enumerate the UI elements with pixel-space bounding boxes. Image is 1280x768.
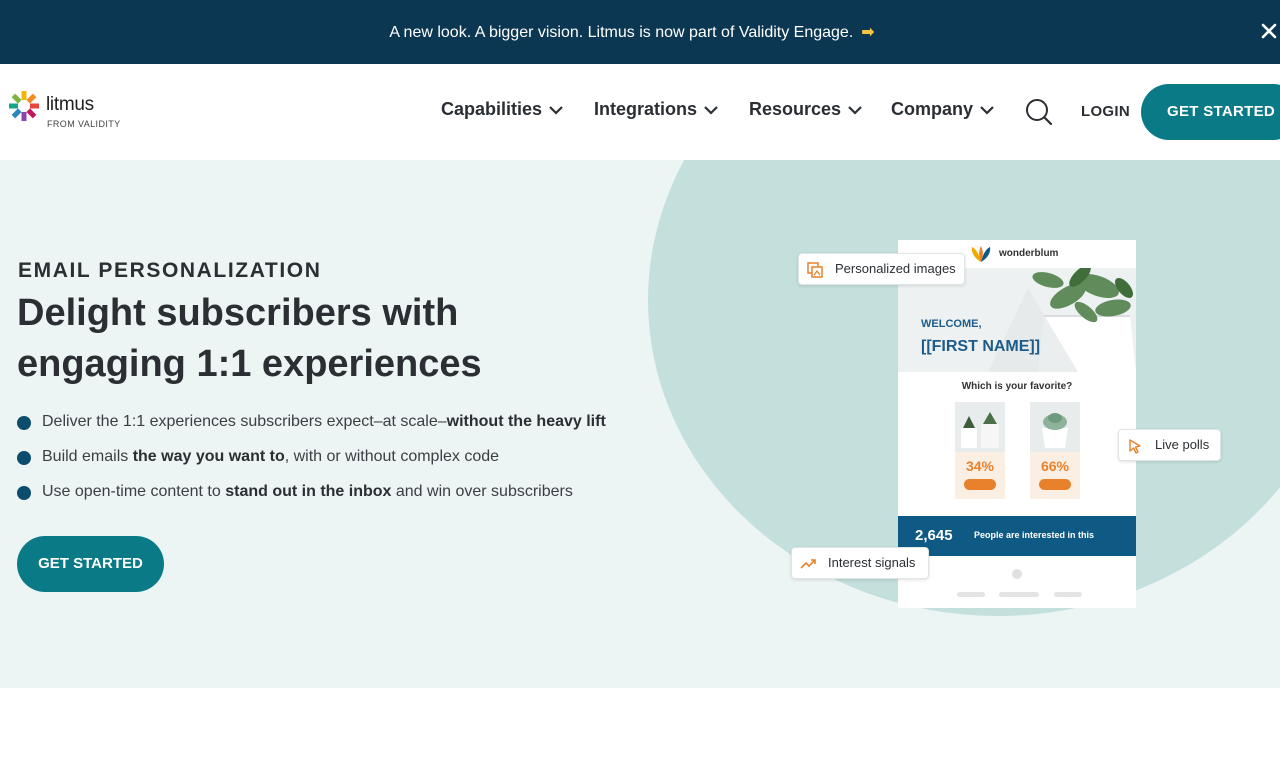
- get-started-button-header[interactable]: GET STARTED: [1141, 84, 1280, 140]
- chip-interest-signals: Interest signals: [791, 547, 929, 579]
- headline-line-2: engaging 1:1 experiences: [17, 343, 482, 385]
- interest-count: 2,645: [915, 527, 953, 544]
- login-link[interactable]: LOGIN: [1081, 103, 1130, 120]
- email-brand-name: wonderblum: [999, 248, 1059, 259]
- announcement-bar: A new look. A bigger vision. Litmus is n…: [0, 0, 1280, 64]
- poll-option[interactable]: 66%: [1030, 402, 1080, 499]
- vote-button[interactable]: [964, 479, 996, 490]
- chevron-down-icon: [549, 106, 563, 115]
- chip-label: Interest signals: [828, 555, 916, 570]
- below-hero-section: [0, 688, 1280, 768]
- placeholder-dot: [1012, 569, 1022, 579]
- poll-percent: 66%: [1040, 458, 1070, 474]
- arrow-right-icon: ➡: [861, 24, 875, 41]
- announcement-link[interactable]: A new look. A bigger vision. Litmus is n…: [0, 22, 1264, 42]
- nav-resources[interactable]: Resources: [749, 99, 863, 120]
- chip-live-polls: Live polls: [1118, 429, 1221, 461]
- hero-eyebrow: EMAIL PERSONALIZATION: [18, 259, 322, 282]
- email-mockup: wonderblum WELCOME, [[FIRST NAME]] Which…: [898, 240, 1136, 608]
- bullet-item: Build emails the way you want to, with o…: [17, 445, 657, 480]
- hero-section: EMAIL PERSONALIZATION Delight subscriber…: [0, 160, 1280, 688]
- nav-capabilities[interactable]: Capabilities: [441, 99, 564, 120]
- interest-stat-bar: 2,645 People are interested in this: [898, 516, 1136, 556]
- search-icon[interactable]: [1024, 97, 1054, 127]
- chip-personalized-images: Personalized images: [798, 253, 965, 285]
- litmus-logo-mark-icon: [9, 91, 39, 121]
- site-header: litmus FROM VALIDITY Capabilities Integr…: [0, 64, 1280, 160]
- chip-label: Personalized images: [835, 261, 956, 276]
- placeholder-line: [999, 592, 1039, 597]
- poll-percent: 34%: [965, 458, 995, 474]
- hero-headline: Delight subscribers with engaging 1:1 ex…: [17, 288, 637, 390]
- cursor-icon: [1129, 439, 1141, 454]
- chevron-down-icon: [848, 106, 862, 115]
- poll-option[interactable]: 34%: [955, 402, 1005, 499]
- succulent-image-icon: [1030, 402, 1080, 452]
- logo-wordmark: litmus: [46, 94, 94, 115]
- placeholder-line: [957, 592, 985, 597]
- vote-button[interactable]: [1039, 479, 1071, 490]
- get-started-button-hero[interactable]: GET STARTED: [17, 536, 164, 592]
- interest-text: People are interested in this: [974, 530, 1095, 540]
- logo-subtitle: FROM VALIDITY: [47, 119, 121, 129]
- litmus-logo[interactable]: litmus FROM VALIDITY: [8, 90, 138, 134]
- wonderblum-logo-icon: [971, 246, 991, 262]
- bullet-item: Deliver the 1:1 experiences subscribers …: [17, 410, 657, 445]
- email-first-name: [[FIRST NAME]]: [921, 338, 1041, 355]
- announcement-text: A new look. A bigger vision. Litmus is n…: [389, 24, 854, 41]
- nav-company[interactable]: Company: [891, 99, 995, 120]
- chip-label: Live polls: [1155, 437, 1210, 452]
- chevron-down-icon: [980, 106, 994, 115]
- bullet-item: Use open-time content to stand out in th…: [17, 480, 657, 515]
- poll-question: Which is your favorite?: [961, 381, 1073, 392]
- headline-line-1: Delight subscribers with: [17, 292, 459, 334]
- image-stack-icon: [807, 262, 823, 278]
- succulent-image-icon: [955, 402, 1005, 452]
- nav-label: Resources: [749, 99, 842, 119]
- nav-label: Capabilities: [441, 99, 543, 119]
- email-welcome: WELCOME,: [921, 318, 982, 330]
- nav-label: Integrations: [594, 99, 698, 119]
- hero-bullets: Deliver the 1:1 experiences subscribers …: [17, 410, 657, 515]
- chevron-down-icon: [704, 106, 718, 115]
- trending-up-icon: [800, 559, 816, 569]
- nav-label: Company: [891, 99, 974, 119]
- placeholder-line: [1054, 592, 1082, 597]
- close-icon[interactable]: [1260, 22, 1278, 40]
- nav-integrations[interactable]: Integrations: [594, 99, 719, 120]
